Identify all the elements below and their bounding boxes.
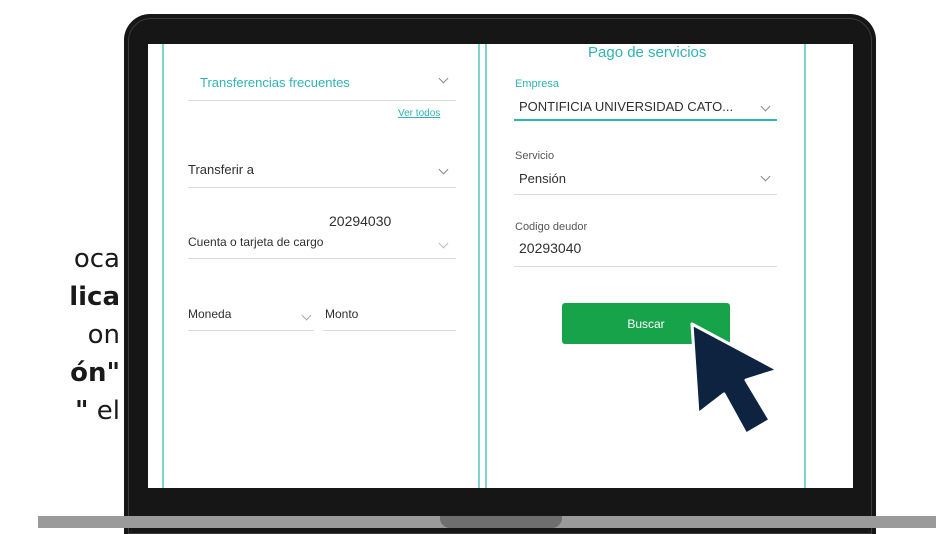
chevron-down-icon: [438, 164, 449, 175]
chevron-down-icon: [760, 171, 771, 182]
field-underline: [188, 100, 456, 101]
frequent-transfers-value: Transferencias frecuentes: [200, 75, 350, 90]
panel-title: Pago de servicios: [588, 44, 707, 61]
debtor-code-value: 20293040: [519, 240, 582, 256]
charge-account-number: 20294030: [329, 213, 392, 229]
charge-account-label: Cuenta o tarjeta de cargo: [188, 235, 324, 249]
field-underline-active: [514, 119, 777, 121]
company-value: PONTIFICIA UNIVERSIDAD CATO...: [519, 99, 734, 114]
right-panel-border: [804, 44, 806, 488]
transfer-to-label: Transferir a: [188, 162, 254, 177]
debtor-code-label: Codigo deudor: [515, 221, 588, 233]
instruction-line-1: oca: [73, 244, 120, 274]
see-all-link[interactable]: Ver todos: [398, 108, 440, 119]
middle-right-border: [485, 44, 487, 488]
chevron-down-icon: [438, 73, 449, 84]
currency-label: Moneda: [188, 307, 232, 321]
field-underline: [188, 330, 314, 331]
field-underline: [188, 187, 456, 188]
instruction-line-5-bold: ": [74, 396, 89, 426]
chevron-down-icon: [438, 238, 449, 249]
chevron-down-icon: [760, 101, 771, 112]
company-label: Empresa: [515, 78, 560, 90]
service-label: Servicio: [515, 150, 555, 162]
instruction-line-5-rest: el: [88, 396, 120, 426]
laptop-notch: [440, 516, 562, 528]
amount-label: Monto: [325, 307, 359, 321]
field-underline: [188, 258, 456, 259]
instruction-text: oca lica on ón" " el: [0, 240, 120, 430]
chevron-down-icon: [301, 310, 312, 321]
middle-left-border: [478, 44, 480, 488]
instruction-line-4: ón": [70, 358, 120, 388]
field-underline: [514, 194, 777, 195]
left-panel-border: [162, 44, 164, 488]
mouse-pointer-icon: [690, 322, 780, 436]
instruction-line-3: on: [87, 320, 120, 350]
instruction-line-2: lica: [69, 282, 120, 312]
instruction-line-5: " el: [0, 392, 120, 430]
field-underline: [514, 266, 777, 267]
service-value: Pensión: [519, 171, 566, 186]
field-underline: [323, 330, 456, 331]
